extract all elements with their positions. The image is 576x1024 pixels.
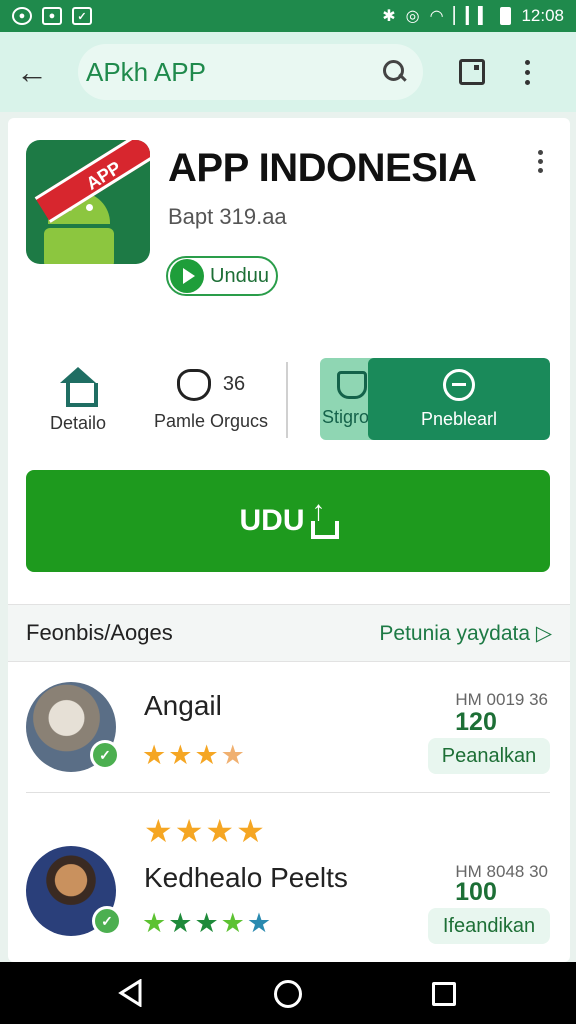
app-icon[interactable]: APP [26, 140, 150, 264]
search-box[interactable]: APkh APP [78, 44, 423, 100]
section-link[interactable]: Petunia yaydata ▷ [379, 621, 552, 646]
battery-icon [500, 7, 512, 25]
nav-recents-icon[interactable] [432, 982, 456, 1006]
status-time: 12:08 [521, 6, 564, 25]
preview-icon [443, 368, 475, 401]
action-count: 36 [222, 373, 246, 395]
app-subtitle: Bapt 319.aa [168, 204, 287, 229]
divider [286, 362, 288, 438]
bluetooth-icon: ✱ [382, 8, 396, 25]
verified-badge-icon: ✓ [92, 906, 122, 936]
wifi-icon: ◠ [429, 8, 444, 25]
nav-home-icon[interactable] [274, 980, 302, 1008]
review-action-button[interactable]: Peanalkan [428, 738, 550, 774]
shield-icon [176, 368, 211, 401]
android-eye [86, 204, 93, 211]
star-half-icon: ★ [220, 740, 247, 770]
review-action-button[interactable]: Ifeandikan [428, 908, 550, 944]
permissions-label: Pamle Orgucs [153, 410, 269, 431]
reviewer-name: Angail [144, 690, 222, 721]
tab-switcher-icon[interactable] [459, 59, 485, 85]
sync-icon: ● [12, 7, 32, 25]
star-icon: ★ [168, 740, 195, 770]
details-label: Detailo [49, 412, 107, 433]
toolbar: ← APkh APP [0, 32, 576, 112]
review-item[interactable]: ✓ Angail ★★★★ HM 0019 36 120 Peanalkan [8, 678, 570, 790]
download-chip-label: Unduu [210, 264, 269, 287]
segmented-control: Stigrols Pneblearl [320, 358, 550, 440]
review-count: 120 [455, 708, 497, 736]
review-item[interactable]: ✓ Kedhealo Peelts ★★★★★ HM 8048 30 100 I… [8, 842, 570, 962]
app-card: APP APP INDONESIA Bapt 319.aa Unduu Deta… [8, 118, 570, 962]
action-row: Detailo 36 Pamle Orgucs Stigrols Pneblea… [8, 358, 570, 442]
download-button[interactable]: UDU [26, 470, 550, 572]
permissions-action[interactable]: 36 Pamle Orgucs [146, 358, 276, 442]
nav-back-icon[interactable] [118, 979, 142, 1007]
upload-icon [309, 495, 339, 539]
reviewer-name: Kedhealo Peelts [144, 862, 348, 893]
check-icon: ✓ [72, 7, 92, 25]
star-icon: ★ [142, 740, 169, 770]
star-icon: ★ [194, 908, 221, 938]
android-body [44, 228, 114, 264]
star-icon: ★ [246, 908, 274, 938]
review-meta: HM 0019 36 [455, 690, 548, 709]
star-icon: ★ [168, 908, 195, 938]
star-rating: ★★★★ [142, 740, 247, 771]
more-options-icon[interactable] [525, 59, 530, 85]
star-icon: ★ [194, 740, 221, 770]
details-action[interactable]: Detailo [38, 358, 118, 442]
review-count: 100 [455, 878, 497, 906]
signal-icon: ▏▎▍ [453, 8, 491, 25]
card-more-icon[interactable] [538, 150, 543, 173]
image-icon: ● [42, 7, 62, 25]
bookmark-icon [337, 370, 367, 399]
segment-b[interactable]: Pneblearl [368, 358, 550, 440]
segment-b-label: Pneblearl [420, 408, 498, 429]
search-text[interactable]: APkh APP [86, 57, 383, 88]
status-bar: ● ● ✓ ✱ ◎ ◠ ▏▎▍ 12:08 [0, 0, 576, 32]
search-icon[interactable] [383, 60, 407, 84]
back-arrow-icon[interactable]: ← [16, 54, 56, 91]
star-icon: ★ [220, 908, 247, 938]
row-divider [26, 792, 550, 793]
vibrate-icon: ◎ [405, 8, 420, 25]
app-title: APP INDONESIA [168, 146, 477, 190]
download-button-label: UDU [239, 504, 305, 537]
home-icon [58, 366, 98, 407]
download-chip[interactable]: Unduu [166, 256, 278, 296]
play-icon [170, 259, 204, 293]
system-nav-bar [0, 962, 576, 1024]
star-icon: ★ [142, 908, 169, 938]
section-header: Feonbis/Aoges Petunia yaydata ▷ [8, 604, 570, 662]
verified-badge-icon: ✓ [90, 740, 120, 770]
star-rating: ★★★★★ [142, 908, 273, 939]
section-title: Feonbis/Aoges [26, 620, 173, 645]
